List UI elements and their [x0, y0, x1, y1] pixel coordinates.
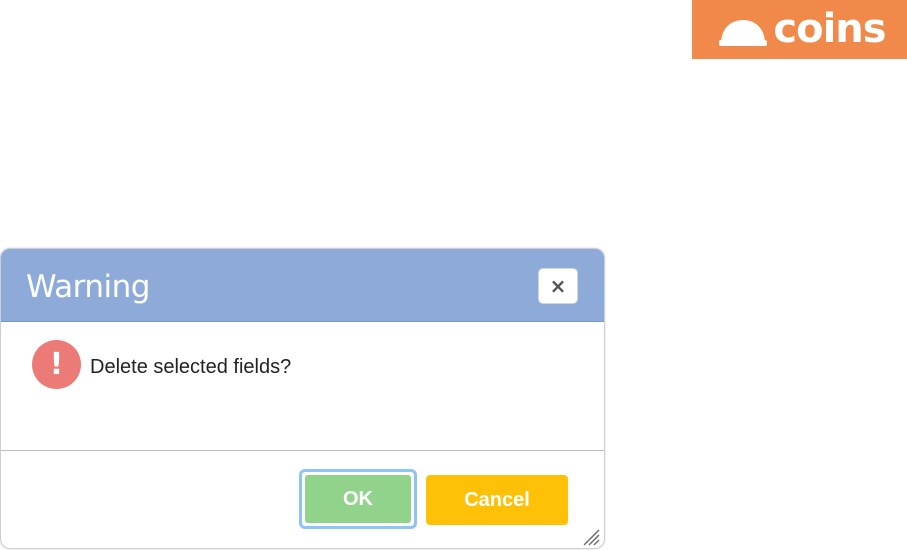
warning-dialog: Warning × ! Delete selected fields? OK C…: [0, 248, 605, 549]
resize-grip-icon[interactable]: [582, 528, 600, 546]
ok-button[interactable]: OK: [299, 469, 417, 529]
logo-text: coins: [773, 5, 886, 52]
dialog-title: Warning: [26, 269, 150, 305]
dialog-body: ! Delete selected fields?: [1, 322, 604, 450]
close-icon: ×: [549, 274, 567, 298]
dialog-footer: OK Cancel: [1, 451, 604, 548]
exclamation-glyph: !: [49, 346, 64, 382]
dialog-message: Delete selected fields?: [90, 356, 292, 378]
coins-logo: coins: [692, 0, 907, 59]
dialog-header: Warning ×: [1, 249, 604, 322]
page: coins Warning × ! Delete selected fields…: [0, 0, 907, 551]
close-button[interactable]: ×: [538, 268, 578, 304]
exclamation-icon: !: [32, 340, 81, 389]
cancel-button[interactable]: Cancel: [426, 475, 568, 525]
ok-button-label: OK: [305, 475, 411, 523]
hard-hat-icon: [719, 19, 768, 46]
